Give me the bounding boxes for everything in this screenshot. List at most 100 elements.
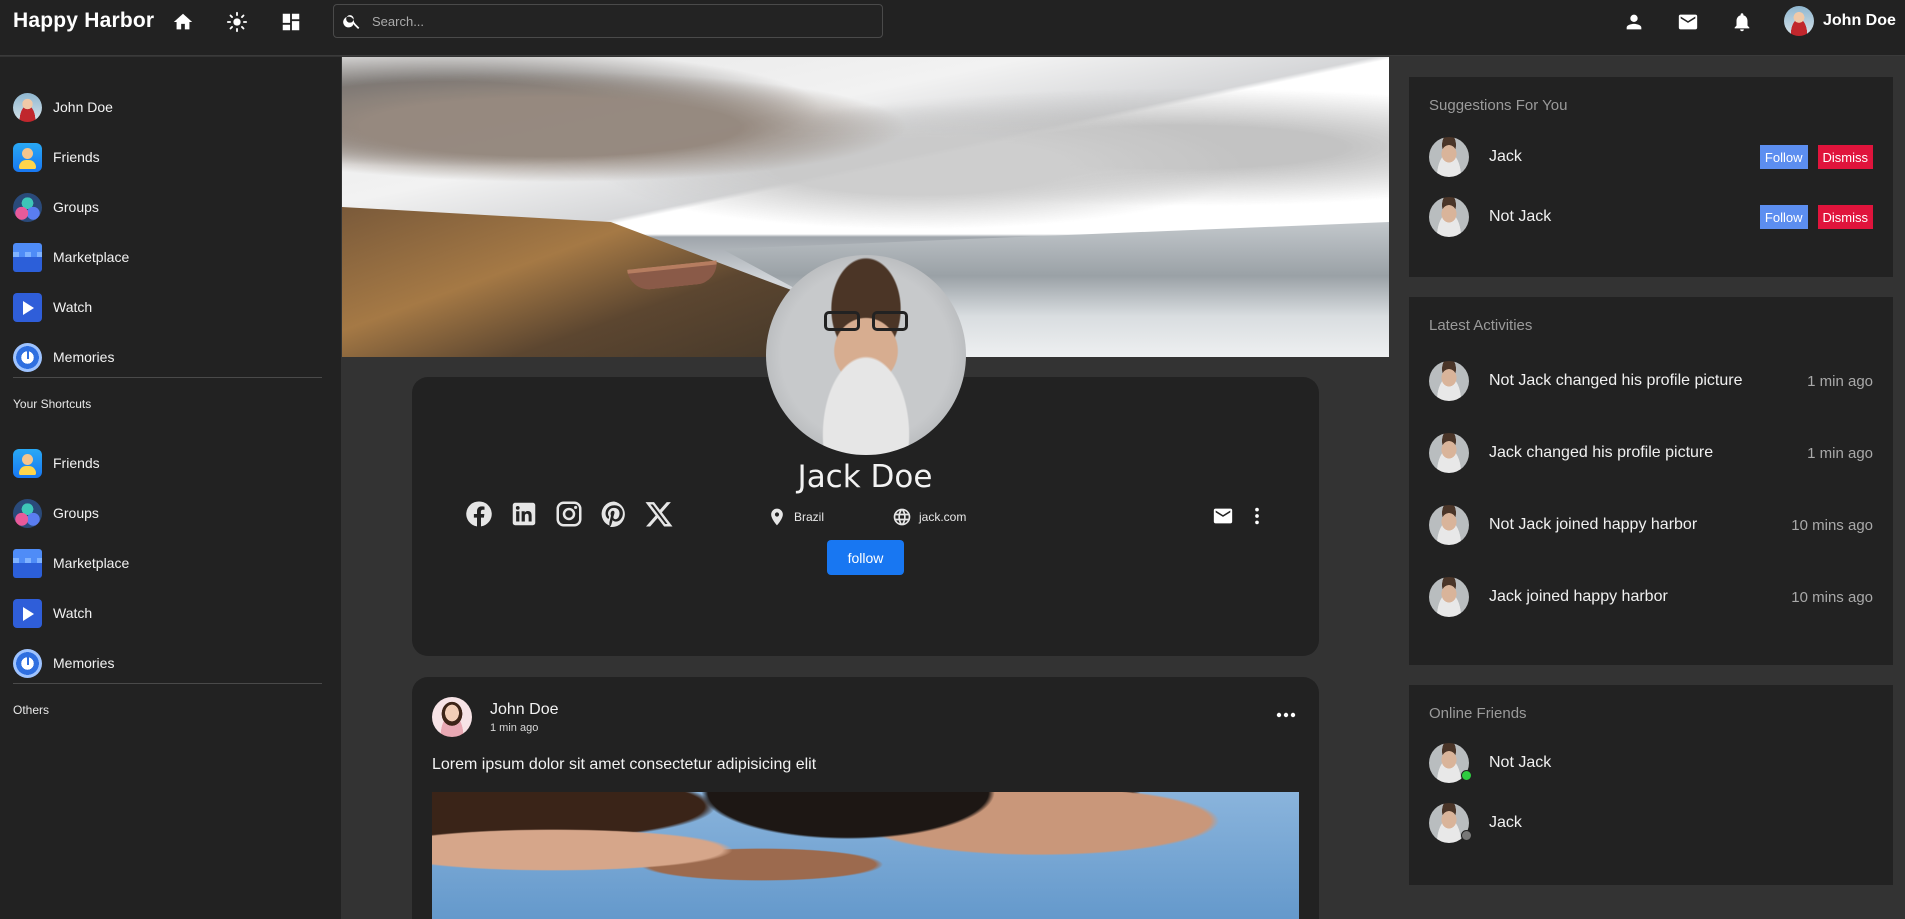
activity-user[interactable]: Not Jack xyxy=(1489,372,1551,389)
sidebar-item-marketplace[interactable]: Marketplace xyxy=(13,241,129,273)
activity-action: joined happy harbor xyxy=(1526,588,1668,605)
activity-time: 10 mins ago xyxy=(1791,588,1873,606)
activity-action: changed his profile picture xyxy=(1526,444,1714,461)
activity-user[interactable]: Not Jack xyxy=(1489,516,1551,533)
section-title-shortcuts: Your Shortcuts xyxy=(13,397,92,411)
online-friend-row[interactable]: Not Jack xyxy=(1429,743,1873,783)
theme-icon[interactable] xyxy=(224,9,250,35)
panel-title: Online Friends xyxy=(1429,705,1527,722)
app-logo[interactable]: Happy Harbor xyxy=(13,9,154,33)
online-friend-row[interactable]: Jack xyxy=(1429,803,1873,843)
dismiss-button[interactable]: Dismiss xyxy=(1817,205,1873,229)
activity-time: 1 min ago xyxy=(1807,372,1873,390)
activity-user[interactable]: Jack xyxy=(1489,444,1522,461)
activity-row: Not Jack joined happy harbor 10 mins ago xyxy=(1429,505,1873,545)
pinterest-icon[interactable] xyxy=(599,499,629,529)
search-input[interactable] xyxy=(372,13,852,29)
location-pin-icon xyxy=(771,508,783,526)
sidebar-item-memories[interactable]: Memories xyxy=(13,341,114,373)
linkedin-icon[interactable] xyxy=(509,499,539,529)
sidebar-item-label: Marketplace xyxy=(53,555,130,571)
avatar xyxy=(13,92,42,122)
activity-text: Jack joined happy harbor xyxy=(1489,588,1791,606)
activity-action: joined happy harbor xyxy=(1555,516,1698,533)
groups-icon xyxy=(13,192,42,222)
memories-icon xyxy=(13,342,42,372)
friends-icon xyxy=(13,142,42,172)
activity-action: changed his profile picture xyxy=(1555,372,1743,389)
online-friends-panel: Online Friends Not Jack Jack xyxy=(1409,685,1893,885)
apps-icon[interactable] xyxy=(278,9,304,35)
search-icon xyxy=(343,15,360,29)
panel-title: Latest Activities xyxy=(1429,317,1533,334)
avatar[interactable] xyxy=(1429,433,1469,473)
post-text: Lorem ipsum dolor sit amet consectetur a… xyxy=(432,756,817,773)
offline-status-dot xyxy=(1461,830,1472,841)
follow-button[interactable]: Follow xyxy=(1759,145,1808,169)
avatar[interactable] xyxy=(1429,577,1469,617)
mail-icon[interactable] xyxy=(1675,9,1701,35)
left-sidebar: John Doe Friends Groups Marketplace Watc… xyxy=(0,57,341,919)
online-status-dot xyxy=(1461,770,1472,781)
suggestion-name[interactable]: Not Jack xyxy=(1489,208,1760,226)
post-header: John Doe 1 min ago xyxy=(432,697,559,737)
shortcut-item-watch[interactable]: Watch xyxy=(13,597,92,629)
post-author-info: John Doe 1 min ago xyxy=(490,701,559,734)
top-navbar: Happy Harbor John Doe xyxy=(0,0,1905,56)
suggestion-name[interactable]: Jack xyxy=(1489,148,1760,166)
more-horizontal-icon[interactable] xyxy=(1274,707,1298,723)
suggestion-row: Jack Follow Dismiss xyxy=(1429,137,1873,177)
location-text: Brazil xyxy=(794,510,825,524)
profile-avatar[interactable] xyxy=(766,255,966,455)
suggestions-panel: Suggestions For You Jack Follow Dismiss … xyxy=(1409,77,1893,277)
facebook-icon[interactable] xyxy=(464,499,494,529)
avatar-glasses xyxy=(824,311,908,331)
activity-time: 10 mins ago xyxy=(1791,516,1873,534)
person-icon[interactable] xyxy=(1621,9,1647,35)
shortcut-item-memories[interactable]: Memories xyxy=(13,647,114,679)
shortcut-item-groups[interactable]: Groups xyxy=(13,497,99,529)
activity-time: 1 min ago xyxy=(1807,444,1873,462)
activity-text: Not Jack joined happy harbor xyxy=(1489,516,1791,534)
sidebar-item-groups[interactable]: Groups xyxy=(13,191,99,223)
marketplace-icon xyxy=(13,242,42,272)
sidebar-item-watch[interactable]: Watch xyxy=(13,291,92,323)
search-bar[interactable] xyxy=(333,4,883,38)
nav-user-name: John Doe xyxy=(1823,12,1896,29)
sidebar-item-friends[interactable]: Friends xyxy=(13,141,100,173)
sidebar-item-profile[interactable]: John Doe xyxy=(13,91,113,123)
post-card: John Doe 1 min ago Lorem ipsum dolor sit… xyxy=(412,677,1319,919)
post-author-avatar[interactable] xyxy=(432,697,472,737)
sidebar-item-label: Friends xyxy=(53,149,100,165)
nav-user-menu[interactable]: John Doe xyxy=(1784,6,1896,36)
sidebar-item-label: Marketplace xyxy=(53,249,130,265)
dismiss-button[interactable]: Dismiss xyxy=(1817,145,1873,169)
instagram-icon[interactable] xyxy=(554,499,584,529)
sidebar-item-label: Groups xyxy=(53,199,99,215)
sidebar-item-label: Memories xyxy=(53,349,115,365)
bell-icon[interactable] xyxy=(1729,9,1755,35)
sidebar-item-label: Watch xyxy=(53,605,93,621)
x-icon[interactable] xyxy=(644,499,674,529)
post-image[interactable] xyxy=(432,792,1299,919)
sidebar-item-label: Friends xyxy=(53,455,100,471)
avatar[interactable] xyxy=(1429,137,1469,177)
sidebar-item-label: Groups xyxy=(53,505,99,521)
home-icon[interactable] xyxy=(170,9,196,35)
shortcut-item-marketplace[interactable]: Marketplace xyxy=(13,547,129,579)
shortcut-item-friends[interactable]: Friends xyxy=(13,447,100,479)
activity-user[interactable]: Jack xyxy=(1489,588,1522,605)
profile-follow-button[interactable]: follow xyxy=(827,540,904,575)
avatar[interactable] xyxy=(1429,505,1469,545)
sidebar-item-label: Memories xyxy=(53,655,115,671)
avatar[interactable] xyxy=(1429,197,1469,237)
avatar[interactable] xyxy=(1429,361,1469,401)
marketplace-icon xyxy=(13,548,42,578)
follow-button[interactable]: Follow xyxy=(1759,205,1808,229)
post-author-name[interactable]: John Doe xyxy=(490,701,559,719)
avatar xyxy=(1784,6,1814,36)
groups-icon xyxy=(13,498,42,528)
message-icon[interactable] xyxy=(1211,504,1235,528)
profile-website[interactable]: jack.com xyxy=(892,507,966,527)
more-vertical-icon[interactable] xyxy=(1245,504,1269,528)
